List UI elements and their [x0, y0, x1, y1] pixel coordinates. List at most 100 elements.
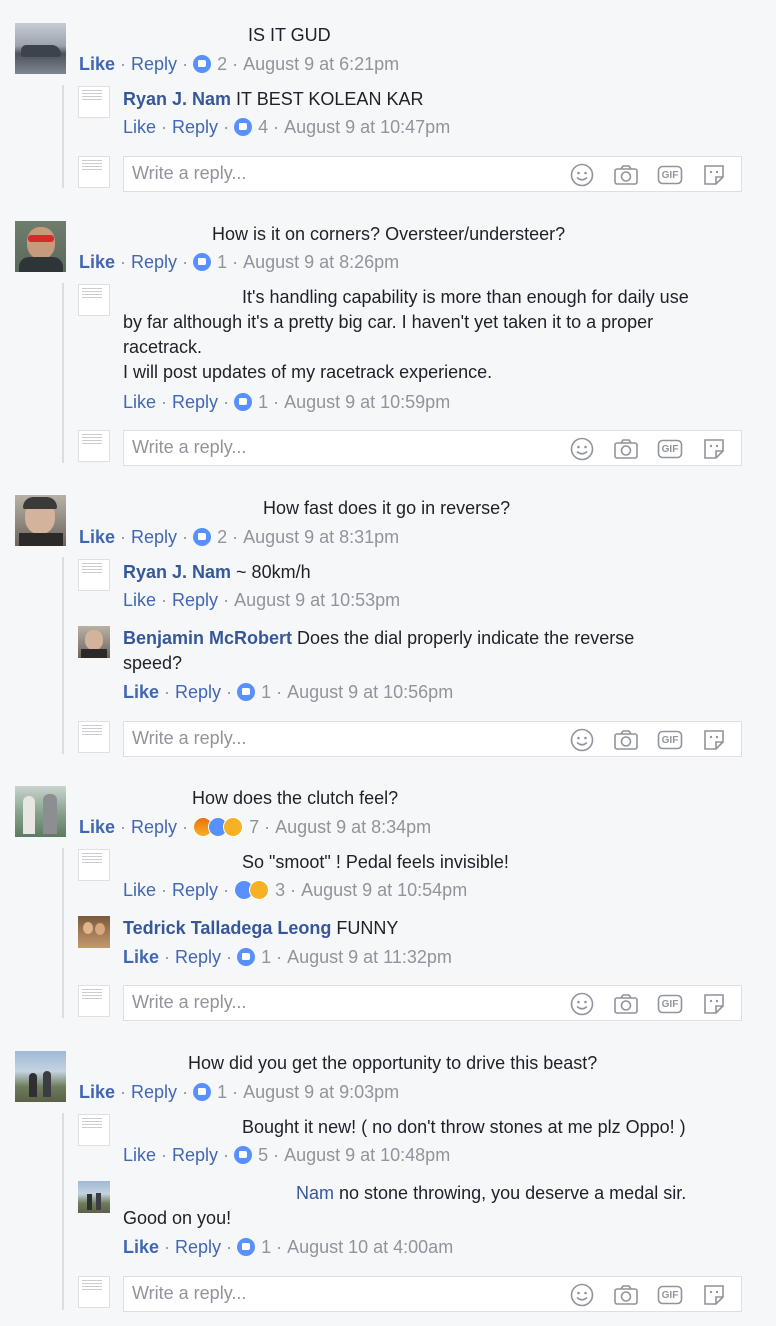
like-reaction-icon[interactable]: [193, 55, 212, 73]
commenter-avatar[interactable]: [15, 1051, 66, 1102]
sticker-icon[interactable]: [701, 1282, 727, 1308]
reaction-count[interactable]: 1: [217, 251, 227, 273]
reply-input[interactable]: Write a reply... GIF: [123, 721, 742, 757]
camera-icon[interactable]: [613, 991, 639, 1017]
gif-icon[interactable]: GIF: [657, 162, 683, 188]
like-reaction-icon[interactable]: [237, 683, 256, 701]
reply-link[interactable]: Reply: [131, 1081, 177, 1103]
like-reaction-icon[interactable]: [234, 1146, 253, 1164]
like-link[interactable]: Like: [123, 1236, 159, 1258]
timestamp[interactable]: August 9 at 6:21pm: [243, 53, 399, 75]
camera-icon[interactable]: [613, 1282, 639, 1308]
reply-link[interactable]: Reply: [175, 681, 221, 703]
timestamp[interactable]: August 9 at 10:59pm: [284, 391, 450, 413]
like-link[interactable]: Like: [79, 53, 115, 75]
reply-avatar[interactable]: [78, 849, 110, 881]
emoji-icon[interactable]: [569, 162, 595, 188]
timestamp[interactable]: August 9 at 11:32pm: [287, 946, 452, 968]
timestamp[interactable]: August 9 at 9:03pm: [243, 1081, 399, 1103]
sticker-icon[interactable]: [701, 727, 727, 753]
like-link[interactable]: Like: [79, 816, 115, 838]
like-reaction-icon[interactable]: [237, 948, 256, 966]
reply-link[interactable]: Reply: [175, 1236, 221, 1258]
sticker-icon[interactable]: [701, 991, 727, 1017]
timestamp[interactable]: August 9 at 10:47pm: [284, 116, 450, 138]
like-link[interactable]: Like: [123, 946, 159, 968]
reply-author[interactable]: Tedrick Talladega Leong: [123, 918, 331, 938]
like-link[interactable]: Like: [79, 526, 115, 548]
like-reaction-icon[interactable]: [234, 118, 253, 136]
like-link[interactable]: Like: [123, 1144, 156, 1166]
gif-icon[interactable]: GIF: [657, 1282, 683, 1308]
reactions[interactable]: [234, 880, 270, 900]
reply-link[interactable]: Reply: [131, 53, 177, 75]
like-link[interactable]: Like: [123, 116, 156, 138]
timestamp[interactable]: August 10 at 4:00am: [287, 1236, 453, 1258]
like-link[interactable]: Like: [79, 1081, 115, 1103]
gif-icon[interactable]: GIF: [657, 991, 683, 1017]
like-link[interactable]: Like: [123, 879, 156, 901]
commenter-avatar[interactable]: [15, 495, 66, 546]
commenter-avatar[interactable]: [15, 23, 66, 74]
reply-avatar[interactable]: [78, 1181, 110, 1213]
reply-link[interactable]: Reply: [175, 946, 221, 968]
reply-avatar[interactable]: [78, 1114, 110, 1146]
reply-input[interactable]: Write a reply... GIF: [123, 985, 742, 1021]
reply-link[interactable]: Reply: [172, 391, 218, 413]
reaction-count[interactable]: 1: [217, 1081, 227, 1103]
reply-link[interactable]: Reply: [172, 1144, 218, 1166]
commenter-avatar[interactable]: [15, 786, 66, 837]
reply-avatar[interactable]: [78, 559, 110, 591]
camera-icon[interactable]: [613, 727, 639, 753]
gif-icon[interactable]: GIF: [657, 727, 683, 753]
like-reaction-icon[interactable]: [193, 528, 212, 546]
reaction-count[interactable]: 1: [261, 946, 271, 968]
camera-icon[interactable]: [613, 162, 639, 188]
like-link[interactable]: Like: [123, 391, 156, 413]
like-link[interactable]: Like: [123, 681, 159, 703]
reply-avatar[interactable]: [78, 916, 110, 948]
reply-link[interactable]: Reply: [172, 116, 218, 138]
reply-input[interactable]: Write a reply... GIF: [123, 156, 742, 192]
reply-input[interactable]: Write a reply... GIF: [123, 430, 742, 466]
reply-link[interactable]: Reply: [172, 879, 218, 901]
timestamp[interactable]: August 9 at 10:48pm: [284, 1144, 450, 1166]
camera-icon[interactable]: [613, 436, 639, 462]
timestamp[interactable]: August 9 at 10:53pm: [234, 589, 400, 611]
reactions[interactable]: [193, 817, 244, 837]
sticker-icon[interactable]: [701, 162, 727, 188]
reply-author[interactable]: Benjamin McRobert: [123, 628, 292, 648]
commenter-avatar[interactable]: [15, 221, 66, 272]
reply-author[interactable]: Ryan J. Nam: [123, 562, 231, 582]
reply-avatar[interactable]: [78, 86, 110, 118]
reaction-count[interactable]: 1: [261, 681, 271, 703]
reply-link[interactable]: Reply: [131, 251, 177, 273]
like-link[interactable]: Like: [123, 589, 156, 611]
timestamp[interactable]: August 9 at 8:26pm: [243, 251, 399, 273]
timestamp[interactable]: August 9 at 10:56pm: [287, 681, 453, 703]
like-link[interactable]: Like: [79, 251, 115, 273]
sticker-icon[interactable]: [701, 436, 727, 462]
emoji-icon[interactable]: [569, 727, 595, 753]
emoji-icon[interactable]: [569, 436, 595, 462]
gif-icon[interactable]: GIF: [657, 436, 683, 462]
like-reaction-icon[interactable]: [237, 1238, 256, 1256]
reaction-count[interactable]: 4: [258, 116, 268, 138]
like-reaction-icon[interactable]: [234, 393, 253, 411]
like-reaction-icon[interactable]: [193, 1083, 212, 1101]
emoji-icon[interactable]: [569, 991, 595, 1017]
reaction-count[interactable]: 5: [258, 1144, 268, 1166]
reply-link[interactable]: Reply: [131, 526, 177, 548]
reaction-count[interactable]: 7: [249, 816, 259, 838]
emoji-icon[interactable]: [569, 1282, 595, 1308]
reply-author[interactable]: Ryan J. Nam: [123, 89, 231, 109]
reply-avatar[interactable]: [78, 626, 110, 658]
timestamp[interactable]: August 9 at 8:31pm: [243, 526, 399, 548]
reply-link[interactable]: Reply: [172, 589, 218, 611]
reaction-count[interactable]: 3: [275, 879, 285, 901]
reaction-count[interactable]: 1: [258, 391, 268, 413]
reply-avatar[interactable]: [78, 284, 110, 316]
timestamp[interactable]: August 9 at 10:54pm: [301, 879, 467, 901]
reply-input[interactable]: Write a reply... GIF: [123, 1276, 742, 1312]
reaction-count[interactable]: 2: [217, 526, 227, 548]
